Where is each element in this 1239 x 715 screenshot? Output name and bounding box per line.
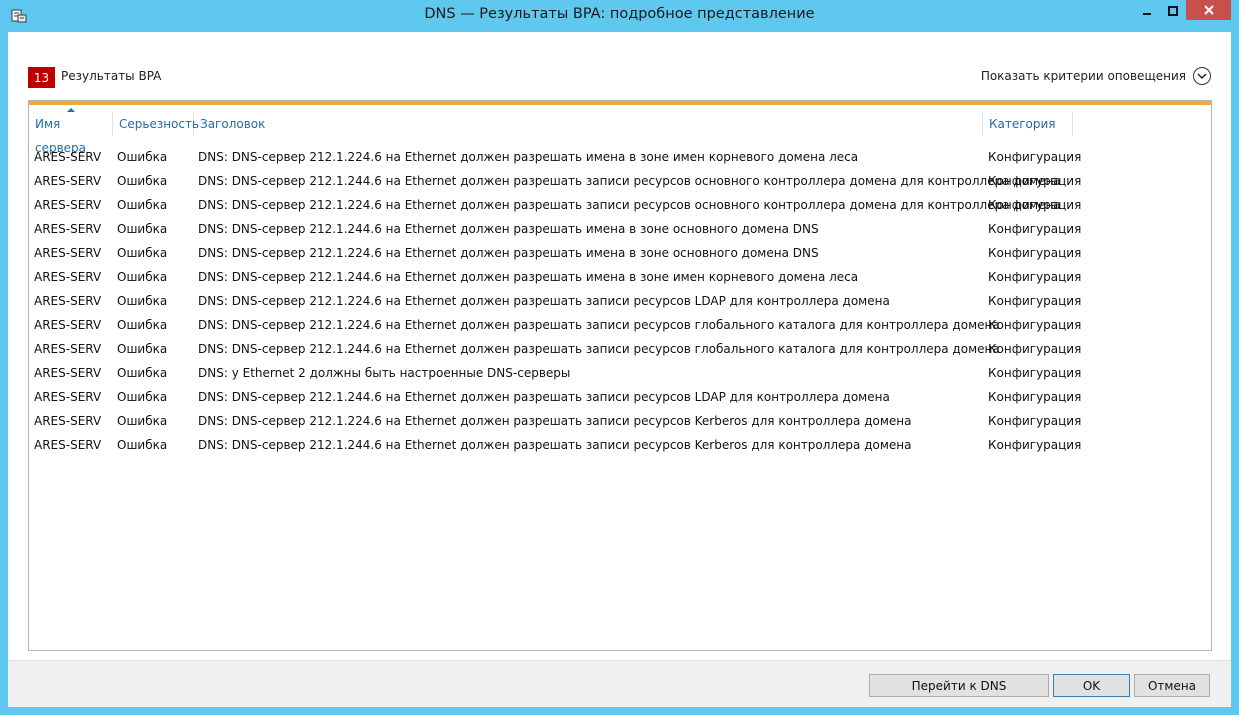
cell-server: ARES-SERV bbox=[34, 438, 102, 452]
cell-title: DNS: DNS-сервер 212.1.224.6 на Ethernet … bbox=[198, 198, 1061, 212]
cell-category: Конфигурация bbox=[988, 270, 1082, 284]
cell-severity: Ошибка bbox=[117, 174, 168, 188]
results-label: Результаты BPA bbox=[61, 69, 162, 83]
table-row[interactable]: ARES-SERV Ошибка DNS: DNS-сервер 212.1.224… bbox=[29, 289, 1209, 313]
results-count-badge: 13 bbox=[28, 67, 55, 88]
cell-severity: Ошибка bbox=[117, 390, 168, 404]
chevron-down-icon[interactable] bbox=[1193, 67, 1211, 85]
cell-severity: Ошибка bbox=[117, 438, 168, 452]
cell-category: Конфигурация bbox=[988, 366, 1082, 380]
cell-category: Конфигурация bbox=[988, 198, 1082, 212]
cell-server: ARES-SERV bbox=[34, 174, 102, 188]
minimize-icon bbox=[1142, 1, 1152, 20]
table-header: Имя сервера Серьезность Заголовок Катего… bbox=[29, 108, 1073, 155]
column-header-category-label: Категория bbox=[989, 117, 1056, 131]
cell-category: Конфигурация bbox=[988, 222, 1082, 236]
bpa-dialog-window: DNS — Результаты BPA: подробное представ… bbox=[0, 0, 1239, 715]
cell-category: Конфигурация bbox=[988, 246, 1082, 260]
cell-category: Конфигурация bbox=[988, 174, 1082, 188]
results-table: Имя сервера Серьезность Заголовок Катего… bbox=[28, 100, 1212, 651]
cancel-button[interactable]: Отмена bbox=[1134, 674, 1210, 697]
cell-server: ARES-SERV bbox=[34, 366, 102, 380]
column-header-title-label: Заголовок bbox=[200, 117, 266, 131]
cell-severity: Ошибка bbox=[117, 270, 168, 284]
cell-category: Конфигурация bbox=[988, 414, 1082, 428]
cell-title: DNS: DNS-сервер 212.1.244.6 на Ethernet … bbox=[198, 390, 890, 404]
dialog-content: 13 Результаты BPA Показать критерии опов… bbox=[8, 32, 1231, 707]
cell-severity: Ошибка bbox=[117, 294, 168, 308]
show-alert-criteria-label: Показать критерии оповещения bbox=[980, 69, 1186, 83]
cell-title: DNS: DNS-сервер 212.1.224.6 на Ethernet … bbox=[198, 414, 912, 428]
table-row[interactable]: ARES-SERV Ошибка DNS: DNS-сервер 212.1.244… bbox=[29, 385, 1209, 409]
cell-severity: Ошибка bbox=[117, 414, 168, 428]
column-header-severity-label: Серьезность bbox=[119, 117, 200, 131]
table-row[interactable]: ARES-SERV Ошибка DNS: DNS-сервер 212.1.244… bbox=[29, 217, 1209, 241]
table-row[interactable]: ARES-SERV Ошибка DNS: DNS-сервер 212.1.224… bbox=[29, 409, 1209, 433]
window-controls bbox=[1134, 0, 1231, 21]
cell-severity: Ошибка bbox=[117, 246, 168, 260]
dialog-footer: Перейти к DNS OK Отмена bbox=[8, 661, 1231, 707]
minimize-button[interactable] bbox=[1134, 0, 1160, 20]
cell-category: Конфигурация bbox=[988, 150, 1082, 164]
cell-severity: Ошибка bbox=[117, 150, 168, 164]
cell-server: ARES-SERV bbox=[34, 150, 102, 164]
cell-server: ARES-SERV bbox=[34, 270, 102, 284]
cell-server: ARES-SERV bbox=[34, 222, 102, 236]
cell-severity: Ошибка bbox=[117, 198, 168, 212]
table-body: ARES-SERV Ошибка DNS: DNS-сервер 212.1.224… bbox=[29, 145, 1209, 457]
ok-button[interactable]: OK bbox=[1053, 674, 1130, 697]
table-row[interactable]: ARES-SERV Ошибка DNS: у Ethernet 2 должны … bbox=[29, 361, 1209, 385]
cell-category: Конфигурация bbox=[988, 318, 1082, 332]
cell-server: ARES-SERV bbox=[34, 294, 102, 308]
cell-server: ARES-SERV bbox=[34, 342, 102, 356]
maximize-icon bbox=[1168, 1, 1178, 20]
show-alert-criteria-toggle[interactable]: Показать критерии оповещения bbox=[981, 67, 1211, 85]
column-header-server[interactable]: Имя сервера bbox=[29, 108, 113, 155]
cell-category: Конфигурация bbox=[988, 342, 1082, 356]
cell-severity: Ошибка bbox=[117, 318, 168, 332]
cell-title: DNS: у Ethernet 2 должны быть настроенны… bbox=[198, 366, 571, 380]
table-row[interactable]: ARES-SERV Ошибка DNS: DNS-сервер 212.1.224… bbox=[29, 193, 1209, 217]
table-row[interactable]: ARES-SERV Ошибка DNS: DNS-сервер 212.1.224… bbox=[29, 241, 1209, 265]
cell-server: ARES-SERV bbox=[34, 198, 102, 212]
table-row[interactable]: ARES-SERV Ошибка DNS: DNS-сервер 212.1.244… bbox=[29, 265, 1209, 289]
cell-title: DNS: DNS-сервер 212.1.224.6 на Ethernet … bbox=[198, 246, 819, 260]
title-bar[interactable]: DNS — Результаты BPA: подробное представ… bbox=[0, 0, 1239, 32]
cell-title: DNS: DNS-сервер 212.1.224.6 на Ethernet … bbox=[198, 150, 859, 164]
cell-category: Конфигурация bbox=[988, 390, 1082, 404]
goto-dns-button[interactable]: Перейти к DNS bbox=[869, 674, 1049, 697]
sort-ascending-icon bbox=[67, 108, 75, 112]
cell-server: ARES-SERV bbox=[34, 246, 102, 260]
close-button[interactable] bbox=[1186, 0, 1231, 20]
cell-title: DNS: DNS-сервер 212.1.224.6 на Ethernet … bbox=[198, 294, 890, 308]
column-header-category[interactable]: Категория bbox=[983, 112, 1073, 136]
cell-category: Конфигурация bbox=[988, 438, 1082, 452]
cell-server: ARES-SERV bbox=[34, 390, 102, 404]
table-row[interactable]: ARES-SERV Ошибка DNS: DNS-сервер 212.1.224… bbox=[29, 145, 1209, 169]
cell-severity: Ошибка bbox=[117, 342, 168, 356]
window-title: DNS — Результаты BPA: подробное представ… bbox=[424, 6, 815, 22]
maximize-button[interactable] bbox=[1160, 0, 1186, 20]
cell-title: DNS: DNS-сервер 212.1.224.6 на Ethernet … bbox=[198, 318, 1000, 332]
table-row[interactable]: ARES-SERV Ошибка DNS: DNS-сервер 212.1.244… bbox=[29, 169, 1209, 193]
cell-title: DNS: DNS-сервер 212.1.244.6 на Ethernet … bbox=[198, 342, 1000, 356]
table-row[interactable]: ARES-SERV Ошибка DNS: DNS-сервер 212.1.224… bbox=[29, 313, 1209, 337]
cell-severity: Ошибка bbox=[117, 222, 168, 236]
cell-category: Конфигурация bbox=[988, 294, 1082, 308]
cell-server: ARES-SERV bbox=[34, 318, 102, 332]
cell-severity: Ошибка bbox=[117, 366, 168, 380]
cell-title: DNS: DNS-сервер 212.1.244.6 на Ethernet … bbox=[198, 438, 912, 452]
table-row[interactable]: ARES-SERV Ошибка DNS: DNS-сервер 212.1.244… bbox=[29, 433, 1209, 457]
cell-title: DNS: DNS-сервер 212.1.244.6 на Ethernet … bbox=[198, 270, 859, 284]
cell-title: DNS: DNS-сервер 212.1.244.6 на Ethernet … bbox=[198, 222, 819, 236]
cell-server: ARES-SERV bbox=[34, 414, 102, 428]
column-header-title[interactable]: Заголовок bbox=[194, 112, 983, 136]
close-icon bbox=[1203, 1, 1215, 20]
warning-stripe bbox=[29, 101, 1211, 105]
table-row[interactable]: ARES-SERV Ошибка DNS: DNS-сервер 212.1.244… bbox=[29, 337, 1209, 361]
column-header-severity[interactable]: Серьезность bbox=[113, 112, 199, 136]
cell-title: DNS: DNS-сервер 212.1.244.6 на Ethernet … bbox=[198, 174, 1061, 188]
